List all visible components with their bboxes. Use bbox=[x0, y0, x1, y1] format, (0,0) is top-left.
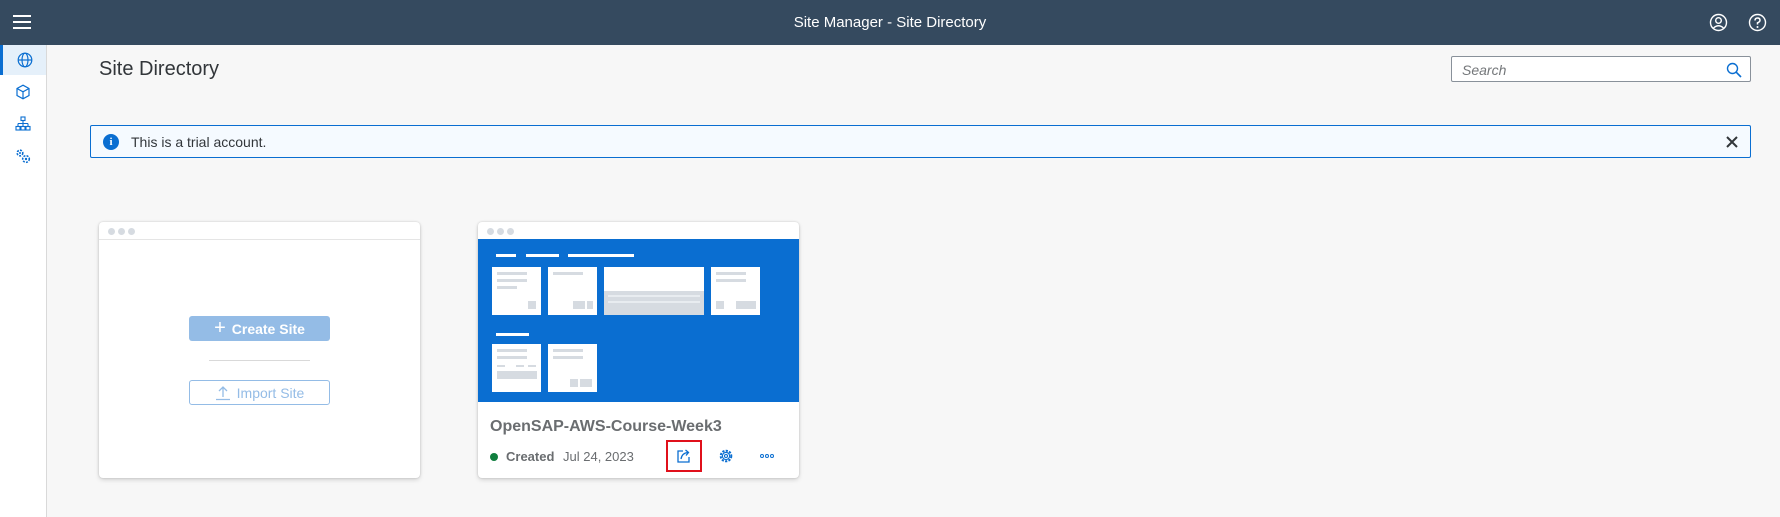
side-navigation bbox=[0, 45, 47, 517]
external-link-icon bbox=[677, 449, 690, 463]
user-profile-icon[interactable] bbox=[1709, 13, 1728, 32]
created-date: Jul 24, 2023 bbox=[563, 449, 634, 464]
search-icon[interactable] bbox=[1726, 62, 1742, 78]
site-preview-thumbnail[interactable] bbox=[478, 239, 799, 402]
sidenav-item-content[interactable] bbox=[0, 77, 46, 107]
status-indicator bbox=[490, 453, 498, 461]
card-divider bbox=[99, 239, 420, 240]
site-settings-button[interactable] bbox=[708, 440, 744, 472]
window-dots bbox=[108, 228, 135, 235]
ellipsis-icon bbox=[760, 454, 774, 458]
create-site-button[interactable]: + Create Site bbox=[189, 316, 330, 341]
sidenav-item-settings[interactable] bbox=[0, 141, 46, 171]
sidenav-item-site-directory[interactable] bbox=[0, 45, 46, 75]
info-message-strip: i This is a trial account. bbox=[90, 125, 1751, 158]
globe-icon bbox=[17, 52, 32, 68]
import-site-button[interactable]: Import Site bbox=[189, 380, 330, 405]
info-message-text: This is a trial account. bbox=[131, 134, 267, 150]
create-site-label: Create Site bbox=[231, 320, 305, 337]
search-input[interactable] bbox=[1462, 61, 1712, 78]
site-preview-graphic bbox=[492, 254, 760, 392]
shell-title: Site Manager - Site Directory bbox=[793, 14, 987, 31]
upload-icon bbox=[215, 385, 230, 400]
close-icon[interactable] bbox=[1724, 134, 1740, 150]
hierarchy-icon bbox=[15, 116, 31, 131]
sidenav-item-structure[interactable] bbox=[0, 109, 46, 139]
window-dots bbox=[487, 228, 514, 235]
site-name[interactable]: OpenSAP-AWS-Course-Week3 bbox=[490, 418, 722, 436]
site-card[interactable]: OpenSAP-AWS-Course-Week3 Created Jul 24,… bbox=[478, 222, 799, 478]
status-label: Created bbox=[506, 449, 555, 464]
button-separator bbox=[209, 360, 310, 361]
create-site-card: + Create Site Import Site bbox=[99, 222, 420, 478]
page-title: Site Directory bbox=[99, 58, 220, 80]
gear-icon bbox=[719, 449, 733, 463]
help-icon[interactable] bbox=[1748, 13, 1767, 32]
open-site-button[interactable] bbox=[666, 440, 702, 472]
cube-icon bbox=[16, 84, 30, 100]
info-icon: i bbox=[103, 134, 119, 150]
plus-icon: + bbox=[214, 316, 226, 339]
search-field bbox=[1451, 56, 1751, 82]
shell-bar: Site Manager - Site Directory bbox=[0, 0, 1780, 45]
gears-icon bbox=[16, 149, 31, 164]
import-site-label: Import Site bbox=[236, 384, 305, 401]
more-options-button[interactable] bbox=[749, 440, 785, 472]
